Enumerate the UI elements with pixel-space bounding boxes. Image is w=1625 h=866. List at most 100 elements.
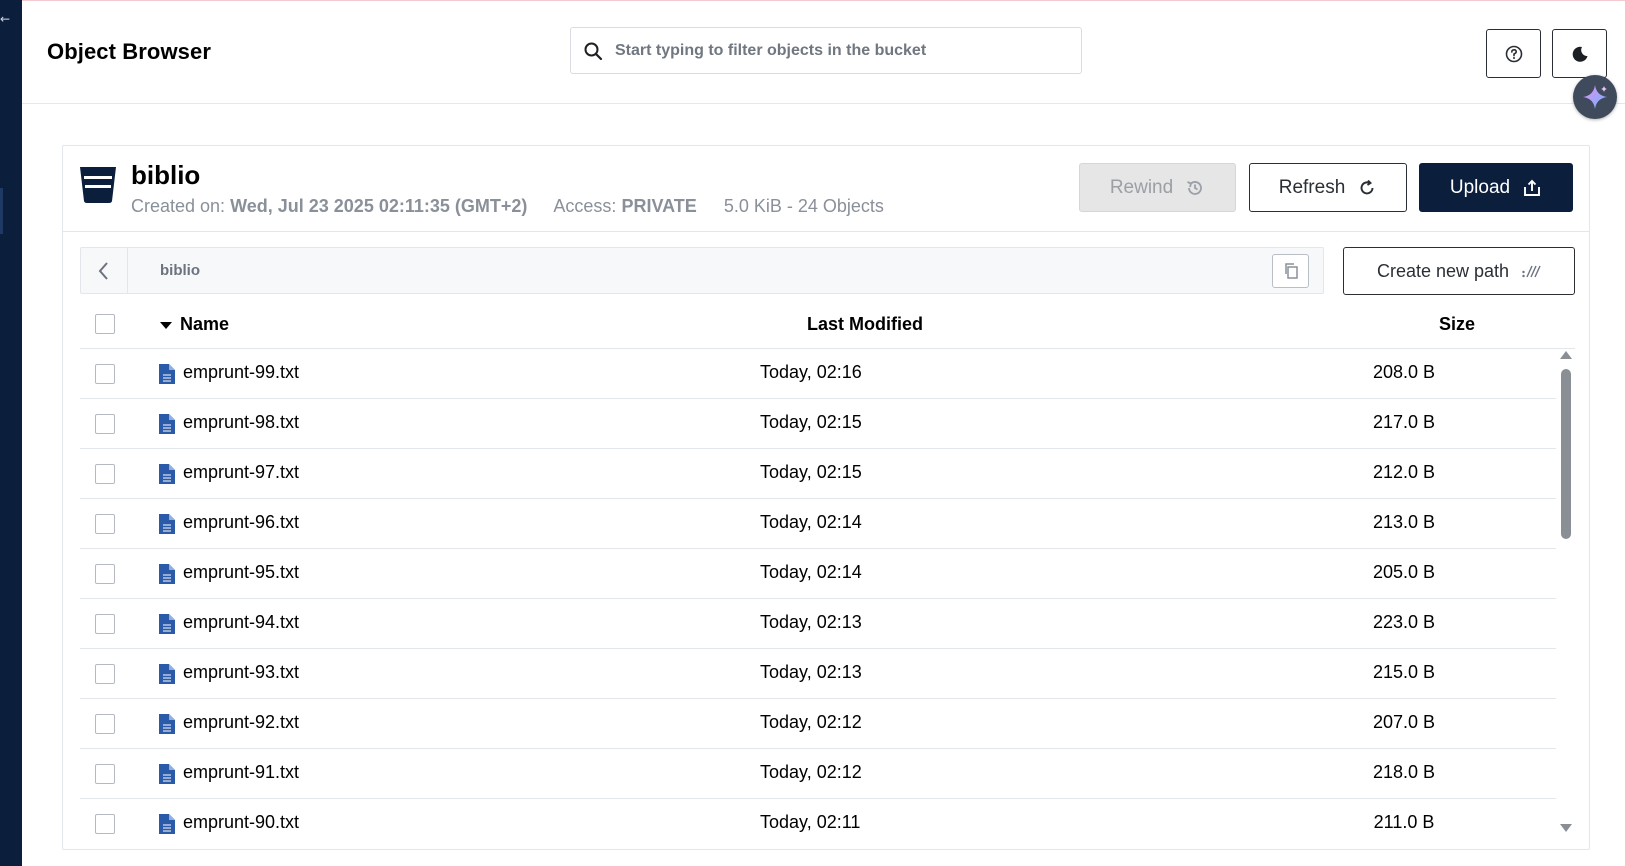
table-row[interactable]: emprunt-93.txt Today, 02:13 215.0 B xyxy=(80,649,1556,699)
file-text-icon xyxy=(159,364,175,384)
file-name[interactable]: emprunt-98.txt xyxy=(183,412,299,433)
table-row[interactable]: emprunt-92.txt Today, 02:12 207.0 B xyxy=(80,699,1556,749)
file-name[interactable]: emprunt-90.txt xyxy=(183,812,299,833)
row-checkbox[interactable] xyxy=(95,564,115,584)
upload-icon xyxy=(1524,179,1541,196)
access-value: PRIVATE xyxy=(621,196,697,216)
bucket-metadata: Created on: Wed, Jul 23 2025 02:11:35 (G… xyxy=(131,196,884,217)
file-modified: Today, 02:16 xyxy=(760,362,862,382)
file-modified: Today, 02:13 xyxy=(760,612,862,632)
scrollbar[interactable] xyxy=(1557,349,1575,834)
file-size: 215.0 B xyxy=(1372,662,1436,682)
moon-icon xyxy=(1572,46,1587,62)
file-text-icon xyxy=(159,764,175,784)
refresh-button[interactable]: Refresh xyxy=(1249,163,1407,212)
create-new-path-label: Create new path xyxy=(1376,260,1510,281)
file-size: 212.0 B xyxy=(1372,462,1436,482)
row-checkbox[interactable] xyxy=(95,664,115,684)
file-modified: Today, 02:11 xyxy=(760,812,861,832)
column-header-last-modified[interactable]: Last Modified xyxy=(807,314,923,335)
sort-desc-icon[interactable] xyxy=(160,322,172,329)
file-modified: Today, 02:14 xyxy=(760,562,862,582)
file-size: 213.0 B xyxy=(1372,512,1436,532)
row-checkbox[interactable] xyxy=(95,364,115,384)
upload-label: Upload xyxy=(1449,176,1511,198)
table-row[interactable]: emprunt-98.txt Today, 02:15 217.0 B xyxy=(80,399,1556,449)
file-text-icon xyxy=(159,564,175,584)
help-button[interactable] xyxy=(1486,29,1541,78)
new-path-icon xyxy=(1522,265,1541,278)
file-text-icon xyxy=(159,514,175,534)
table-row[interactable]: emprunt-96.txt Today, 02:14 213.0 B xyxy=(80,499,1556,549)
file-size: 218.0 B xyxy=(1372,762,1436,782)
sidebar-active-indicator xyxy=(0,188,3,234)
access-label: Access: xyxy=(553,196,617,216)
ai-assistant-button[interactable] xyxy=(1573,75,1617,119)
file-size: 207.0 B xyxy=(1372,712,1436,732)
search-icon xyxy=(584,42,603,61)
bucket-panel: biblio Created on: Wed, Jul 23 2025 02:1… xyxy=(62,145,1590,850)
row-checkbox[interactable] xyxy=(95,414,115,434)
created-value: Wed, Jul 23 2025 02:11:35 (GMT+2) xyxy=(230,196,528,216)
file-size: 208.0 B xyxy=(1372,362,1436,382)
file-name[interactable]: emprunt-92.txt xyxy=(183,712,299,733)
file-text-icon xyxy=(159,614,175,634)
rewind-button[interactable]: Rewind xyxy=(1079,163,1236,212)
table-row[interactable]: emprunt-90.txt Today, 02:11 211.0 B xyxy=(80,799,1556,849)
file-name[interactable]: emprunt-95.txt xyxy=(183,562,299,583)
create-new-path-button[interactable]: Create new path xyxy=(1343,247,1575,295)
file-size: 223.0 B xyxy=(1372,612,1436,632)
file-name[interactable]: emprunt-94.txt xyxy=(183,612,299,633)
file-text-icon xyxy=(159,664,175,684)
file-size: 205.0 B xyxy=(1372,562,1436,582)
row-checkbox[interactable] xyxy=(95,714,115,734)
file-modified: Today, 02:13 xyxy=(760,662,862,682)
column-header-name[interactable]: Name xyxy=(180,314,229,335)
scroll-thumb[interactable] xyxy=(1561,369,1571,539)
upload-button[interactable]: Upload xyxy=(1419,163,1573,212)
theme-toggle-button[interactable] xyxy=(1552,29,1607,78)
table-header: Name Last Modified Size xyxy=(80,299,1575,349)
row-checkbox[interactable] xyxy=(95,514,115,534)
file-name[interactable]: emprunt-93.txt xyxy=(183,662,299,683)
scroll-up-icon[interactable] xyxy=(1560,351,1572,359)
table-row[interactable]: emprunt-91.txt Today, 02:12 218.0 B xyxy=(80,749,1556,799)
back-button[interactable] xyxy=(81,248,128,293)
file-modified: Today, 02:12 xyxy=(760,712,862,732)
table-row[interactable]: emprunt-97.txt Today, 02:15 212.0 B xyxy=(80,449,1556,499)
row-checkbox[interactable] xyxy=(95,464,115,484)
file-name[interactable]: emprunt-91.txt xyxy=(183,762,299,783)
row-checkbox[interactable] xyxy=(95,814,115,834)
page-header: Object Browser xyxy=(22,1,1625,119)
path-bar: biblio xyxy=(80,247,1324,294)
file-name[interactable]: emprunt-97.txt xyxy=(183,462,299,483)
search-box[interactable] xyxy=(570,27,1082,74)
sidebar: ← xyxy=(0,0,22,866)
refresh-icon xyxy=(1360,179,1374,194)
collapse-arrow-icon[interactable]: ← xyxy=(0,12,14,26)
file-size: 211.0 B xyxy=(1373,812,1435,832)
column-header-size[interactable]: Size xyxy=(1439,314,1475,335)
file-modified: Today, 02:15 xyxy=(760,412,862,432)
search-input[interactable] xyxy=(615,36,1065,66)
row-checkbox[interactable] xyxy=(95,764,115,784)
file-name[interactable]: emprunt-99.txt xyxy=(183,362,299,383)
table-row[interactable]: emprunt-95.txt Today, 02:14 205.0 B xyxy=(80,549,1556,599)
copy-icon xyxy=(1284,263,1298,279)
object-browser-app: ← Object Browser Start typing to filter … xyxy=(0,0,1625,866)
select-all-checkbox[interactable] xyxy=(95,314,115,334)
object-list: emprunt-99.txt Today, 02:16 208.0 B empr… xyxy=(80,349,1556,849)
row-checkbox[interactable] xyxy=(95,614,115,634)
file-name[interactable]: emprunt-96.txt xyxy=(183,512,299,533)
table-row[interactable]: emprunt-99.txt Today, 02:16 208.0 B xyxy=(80,349,1556,399)
copy-path-button[interactable] xyxy=(1272,254,1309,288)
file-size: 217.0 B xyxy=(1372,412,1436,432)
scroll-down-icon[interactable] xyxy=(1560,824,1572,832)
file-text-icon xyxy=(159,714,175,734)
breadcrumb[interactable]: biblio xyxy=(160,262,200,279)
table-row[interactable]: emprunt-94.txt Today, 02:13 223.0 B xyxy=(80,599,1556,649)
bucket-usage: 5.0 KiB - 24 Objects xyxy=(723,196,884,216)
help-icon xyxy=(1505,45,1522,62)
chevron-left-icon xyxy=(98,261,108,280)
sparkle-icon xyxy=(1583,85,1607,109)
